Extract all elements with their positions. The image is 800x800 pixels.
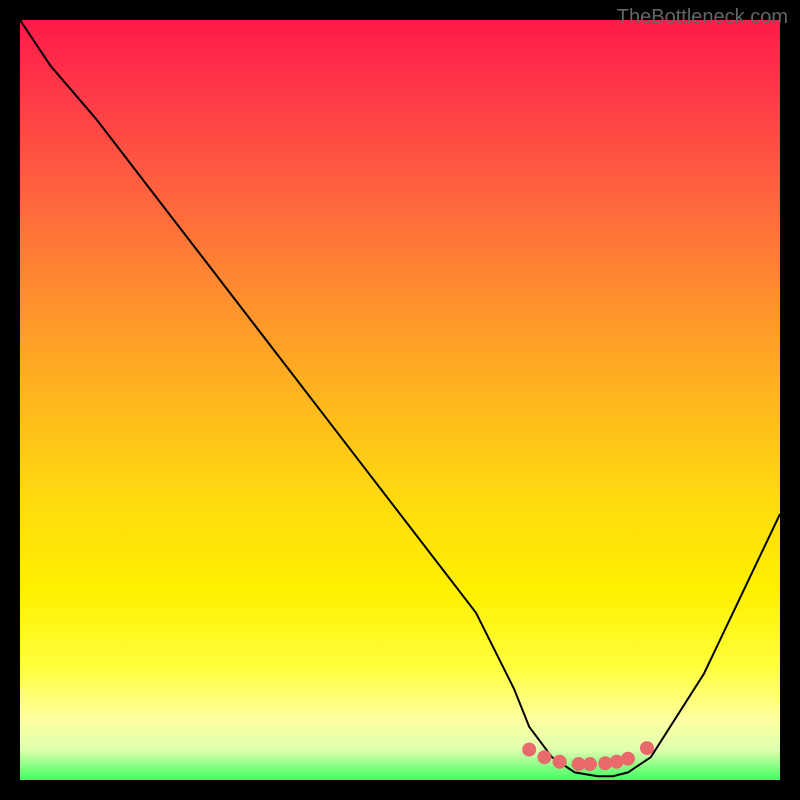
- highlight-point: [522, 743, 536, 757]
- highlight-point: [621, 752, 635, 766]
- chart-plot-area: [20, 20, 780, 780]
- bottleneck-curve-path: [20, 20, 780, 776]
- watermark-text: TheBottleneck.com: [617, 6, 788, 29]
- highlight-point: [583, 757, 597, 771]
- highlight-point: [537, 750, 551, 764]
- highlight-point: [553, 755, 567, 769]
- chart-svg: [20, 20, 780, 780]
- highlight-point: [640, 741, 654, 755]
